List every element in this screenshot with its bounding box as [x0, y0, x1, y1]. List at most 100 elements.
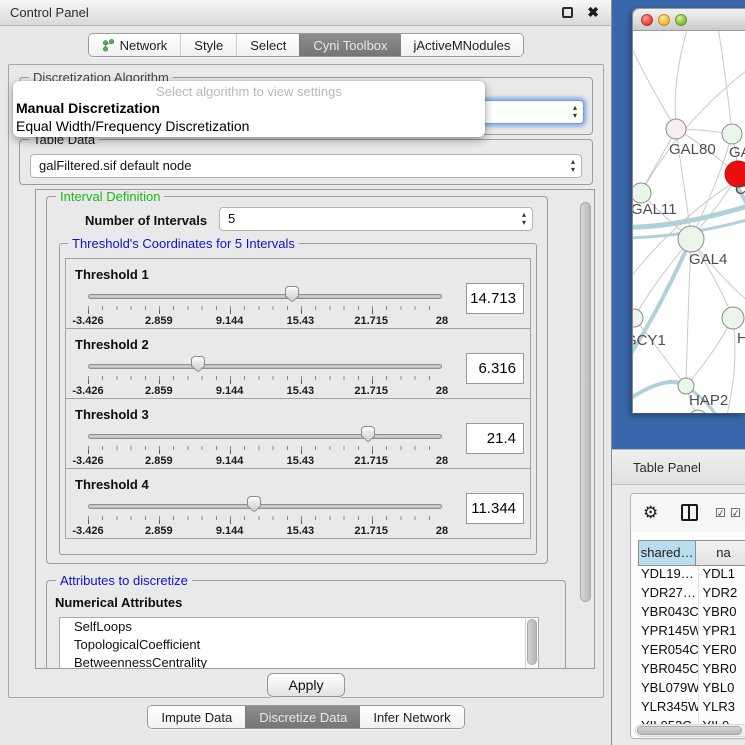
- network-edge[interactable]: [633, 51, 676, 129]
- cell-shared-name[interactable]: YBR045C: [638, 661, 699, 680]
- cell-name[interactable]: YBR0: [699, 604, 745, 623]
- threshold-value-field[interactable]: 6.316: [466, 353, 524, 384]
- attributes-group-title: Attributes to discretize: [56, 573, 192, 588]
- tab-infer-network[interactable]: Infer Network: [360, 706, 463, 728]
- threshold-value-field[interactable]: 14.713: [466, 283, 524, 314]
- node-label: GAL11: [633, 201, 677, 218]
- cell-shared-name[interactable]: YER054C: [638, 642, 699, 661]
- network-edge[interactable]: [686, 318, 733, 386]
- tab-discretize-data[interactable]: Discretize Data: [245, 706, 360, 728]
- cell-name[interactable]: YDR2: [699, 585, 745, 604]
- cell-shared-name[interactable]: YDR27…: [638, 585, 699, 604]
- tab-style[interactable]: Style: [180, 34, 236, 56]
- network-node[interactable]: [633, 183, 651, 203]
- bottom-tab-bar: Impute Data Discretize Data Infer Networ…: [0, 705, 612, 729]
- close-icon[interactable]: ✖: [587, 4, 599, 21]
- slider-thumb[interactable]: [190, 356, 206, 378]
- network-edge[interactable]: [634, 239, 691, 318]
- cell-name[interactable]: YLR3: [699, 699, 745, 718]
- node-label: H: [737, 330, 745, 347]
- minimize-traffic-light-icon[interactable]: [658, 14, 670, 26]
- list-scrollbar[interactable]: [525, 618, 538, 669]
- network-node[interactable]: [722, 307, 744, 329]
- table-row[interactable]: YBL079WYBL0: [638, 680, 745, 699]
- cell-shared-name[interactable]: YBL079W: [638, 680, 699, 699]
- cell-shared-name[interactable]: YBR043C: [638, 604, 699, 623]
- slider-thumb[interactable]: [246, 496, 262, 518]
- table-row[interactable]: YPR145WYPR1: [638, 623, 745, 642]
- algorithm-dropdown-popup: Select algorithm to view settings Manual…: [13, 81, 485, 137]
- cell-name[interactable]: YBR0: [699, 661, 745, 680]
- network-node[interactable]: [666, 119, 686, 139]
- list-item[interactable]: SelfLoops: [60, 618, 538, 636]
- table-panel-title: Table Panel: [633, 460, 701, 475]
- network-edge[interactable]: [634, 318, 686, 386]
- table-row[interactable]: YLR345WYLR3: [638, 699, 745, 718]
- network-node[interactable]: [722, 124, 742, 144]
- network-edge[interactable]: [675, 31, 688, 129]
- numerical-attributes-label: Numerical Attributes: [55, 595, 182, 610]
- table-horizontal-scrollbar[interactable]: [635, 724, 745, 737]
- thresholds-group-title: Threshold's Coordinates for 5 Intervals: [68, 236, 299, 251]
- column-header-shared-name[interactable]: shared…: [638, 540, 696, 566]
- cell-name[interactable]: YBL0: [699, 680, 745, 699]
- slider-track[interactable]: [88, 434, 442, 439]
- columns-icon[interactable]: [681, 504, 698, 521]
- table-panel-toolbar: ⚙ ☑ ☑: [631, 494, 745, 532]
- tab-impute-data[interactable]: Impute Data: [148, 706, 245, 728]
- algorithm-option-manual[interactable]: Manual Discretization: [13, 99, 485, 117]
- number-of-intervals-combobox[interactable]: 5 ▴▾: [219, 207, 533, 231]
- node-label: GAL4: [689, 251, 727, 268]
- slider-track[interactable]: [88, 294, 442, 299]
- settings-scrollpane: Interval Definition Number of Intervals …: [35, 189, 595, 669]
- cell-name[interactable]: YPR1: [699, 623, 745, 642]
- gear-icon[interactable]: ⚙: [643, 503, 658, 523]
- threshold-panel-3: Threshold 3 -3.4262.8599.14415.4321.7152…: [65, 398, 531, 469]
- column-header-name[interactable]: na: [696, 540, 745, 566]
- list-item[interactable]: BetweennessCentrality: [60, 654, 538, 669]
- network-node[interactable]: [633, 309, 643, 327]
- threshold-value-field[interactable]: 11.344: [466, 493, 524, 524]
- threshold-value-field[interactable]: 21.4: [466, 423, 524, 454]
- control-panel-window: Control Panel ✖ Network Style Select Cyn…: [0, 0, 612, 745]
- table-panel-header: Table Panel: [612, 449, 745, 485]
- table-row[interactable]: YDR27…YDR2: [638, 585, 745, 604]
- table-row[interactable]: YBR043CYBR0: [638, 604, 745, 623]
- slider-track[interactable]: [88, 504, 442, 509]
- zoom-traffic-light-icon[interactable]: [675, 14, 687, 26]
- tab-select[interactable]: Select: [236, 34, 299, 56]
- checkbox-icon[interactable]: ☑: [730, 506, 741, 520]
- float-window-icon[interactable]: [562, 7, 573, 18]
- combo-stepper-icon: ▴▾: [571, 158, 575, 174]
- number-of-intervals-label: Number of Intervals: [85, 213, 207, 228]
- settings-scrollbar[interactable]: [579, 192, 593, 666]
- slider-thumb[interactable]: [284, 286, 300, 308]
- cell-shared-name[interactable]: YLR345W: [638, 699, 699, 718]
- algorithm-option-equal-width[interactable]: Equal Width/Frequency Discretization: [13, 117, 485, 135]
- cell-name[interactable]: YDL1: [699, 566, 745, 585]
- numerical-attributes-list[interactable]: SelfLoops TopologicalCoefficient Between…: [59, 617, 539, 669]
- network-canvas[interactable]: GAL80GACGAL11GAL4GCY1HHAP2: [633, 31, 745, 414]
- table-data-combobox[interactable]: galFiltered.sif default node ▴▾: [30, 154, 582, 178]
- checkbox-icon[interactable]: ☑: [715, 506, 726, 520]
- tab-cyni-toolbox[interactable]: Cyni Toolbox: [299, 34, 400, 56]
- cell-name[interactable]: YER0: [699, 642, 745, 661]
- table-row[interactable]: YBR045CYBR0: [638, 661, 745, 680]
- network-node[interactable]: [678, 226, 704, 252]
- slider-track[interactable]: [88, 364, 442, 369]
- network-edge[interactable]: [633, 239, 691, 369]
- table-row[interactable]: YDL19…YDL1: [638, 566, 745, 585]
- threshold-panel-2: Threshold 2 -3.4262.8599.14415.4321.7152…: [65, 328, 531, 399]
- network-edge[interactable]: [718, 31, 732, 134]
- tab-jactivemnodules[interactable]: jActiveMNodules: [401, 34, 524, 56]
- list-item[interactable]: TopologicalCoefficient: [60, 636, 538, 654]
- tab-network[interactable]: Network: [89, 34, 181, 56]
- apply-button[interactable]: Apply: [267, 673, 345, 697]
- close-traffic-light-icon[interactable]: [641, 14, 653, 26]
- network-window-titlebar: [633, 9, 745, 31]
- cell-shared-name[interactable]: YDL19…: [638, 566, 699, 585]
- table-row[interactable]: YER054CYER0: [638, 642, 745, 661]
- network-node[interactable]: [689, 410, 707, 414]
- slider-thumb[interactable]: [360, 426, 376, 448]
- cell-shared-name[interactable]: YPR145W: [638, 623, 699, 642]
